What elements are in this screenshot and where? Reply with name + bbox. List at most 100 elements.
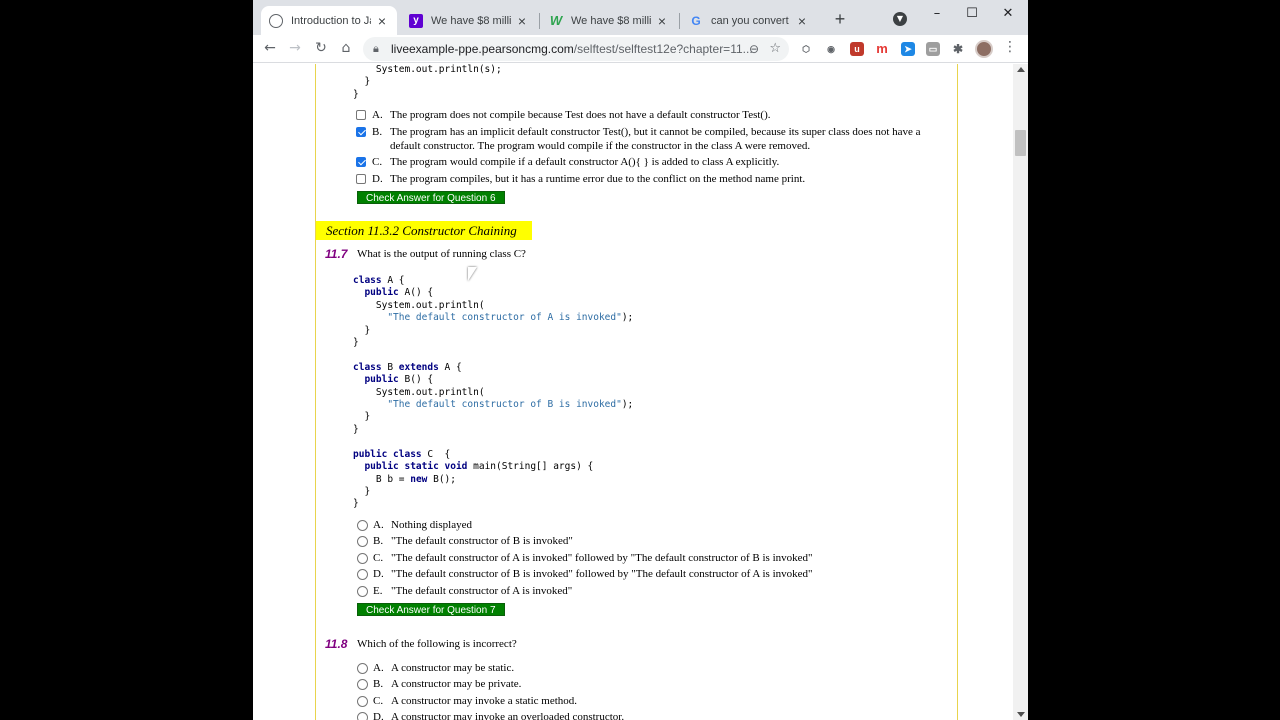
option-letter: C. [373,695,384,707]
code-token: public [364,287,399,299]
code-token: } [353,498,359,510]
tab-search-icon[interactable]: ▼ [893,12,907,26]
option-letter: B. [372,126,383,138]
code-token: } [364,485,371,497]
puzzle-ext-icon[interactable]: ◉ [824,42,838,56]
home-icon[interactable]: ⌂ [336,38,356,58]
code-token: C { [421,448,451,460]
profile-avatar[interactable] [975,40,993,58]
scroll-up-arrow-icon[interactable] [1017,67,1025,72]
browser-window: Introduction to Java × y We have $8 mill… [253,0,1028,720]
code-token: } [364,411,371,423]
vertical-scrollbar[interactable] [1013,64,1028,720]
address-bar[interactable]: 🔒︎ liveexample-ppe.pearsoncmg.com/selfte… [363,37,789,61]
close-tab-icon[interactable]: × [795,13,809,29]
code-token: "The default constructor of A is invoked… [387,312,622,324]
code-token: B() { [398,374,434,386]
scroll-down-arrow-icon[interactable] [1017,712,1025,717]
check-answer-q6-button[interactable]: Check Answer for Question 6 [357,191,505,204]
globe-icon [269,13,283,28]
radio-button[interactable] [357,696,368,707]
tab-strip: Introduction to Java × y We have $8 mill… [253,0,1028,35]
tab-can-you-convert[interactable]: G can you convert part × [681,6,817,35]
close-tab-icon[interactable]: × [515,13,529,29]
option-letter: A. [373,662,384,674]
radio-button[interactable] [357,520,368,531]
url-host: liveexample-ppe.pearsoncmg.com [391,42,574,56]
radio-button[interactable] [357,679,368,690]
arrow-ext-icon[interactable]: ➤ [901,42,915,56]
code-token: extends [398,361,439,373]
maximize-icon[interactable]: ☐ [958,4,986,24]
option-letter: D. [373,711,384,720]
code-token: ); [621,399,634,411]
new-tab-button[interactable]: + [829,8,851,30]
code-token: } [364,324,371,336]
checkbox[interactable] [356,174,366,184]
shield-ext-icon[interactable]: ⬡ [799,42,813,56]
code-token: B(); [427,473,456,485]
bookmark-star-icon[interactable]: ☆ [769,37,781,61]
reload-icon[interactable]: ↻ [311,38,331,58]
option-text: A constructor may invoke an overloaded c… [391,711,625,720]
radio-button[interactable] [357,569,368,580]
code-token: public [364,374,399,386]
checkbox[interactable] [356,157,366,167]
code-token: B [381,361,399,373]
option-text: The program has an implicit default cons… [390,126,921,152]
option-text: "The default constructor of A is invoked… [391,585,573,597]
option-text: A constructor may be private. [391,678,522,690]
close-tab-icon[interactable]: × [375,13,389,29]
code-token: System.out.println( [375,386,485,398]
tab-we-have-8-million-1[interactable]: y We have $8 million s × [401,6,537,35]
google-icon: G [691,13,701,28]
radio-button[interactable] [357,553,368,564]
code-token: } [353,423,359,435]
checkbox[interactable] [356,110,366,120]
option-letter: B. [373,535,384,547]
check-answer-q7-button[interactable]: Check Answer for Question 7 [357,603,505,616]
minimize-icon[interactable]: – [923,4,951,24]
option-letter: E. [373,585,383,597]
url-text: liveexample-ppe.pearsoncmg.com/selftest/… [391,37,753,61]
tab-separator [539,13,540,29]
close-window-icon[interactable]: ✕ [994,4,1022,24]
option-text: "The default constructor of A is invoked… [391,552,813,564]
extensions-icon[interactable]: ✱ [951,42,965,56]
forward-icon[interactable]: → [285,38,305,58]
ublock-ext-icon[interactable]: u [850,42,864,56]
option-letter: B. [373,678,384,690]
tab-we-have-8-million-2[interactable]: W We have $8 million s × [541,6,677,35]
menu-icon[interactable]: ⋮ [1003,39,1017,55]
close-tab-icon[interactable]: × [655,13,669,29]
screen-ext-icon[interactable]: ▭ [926,42,940,56]
back-icon[interactable]: ← [260,38,280,58]
radio-button[interactable] [357,663,368,674]
radio-button[interactable] [357,712,368,720]
option-letter: A. [373,519,384,531]
radio-button[interactable] [357,536,368,547]
option-text: A constructor may invoke a static method… [391,695,578,707]
code-token: A() { [398,287,434,299]
option-text: The program does not compile because Tes… [390,109,771,121]
option-text: A constructor may be static. [391,662,515,674]
option-letter: A. [372,109,383,121]
tab-introduction-to-java[interactable]: Introduction to Java × [261,6,397,35]
scrollbar-thumb[interactable] [1015,130,1026,156]
checkbox[interactable] [356,127,366,137]
tab-title: can you convert part [711,14,791,27]
browser-toolbar: ← → ↻ ⌂ 🔒︎ liveexample-ppe.pearsoncmg.co… [253,35,1028,63]
code-token: B b = [375,473,411,485]
radio-button[interactable] [357,586,368,597]
code-token: "The default constructor of B is invoked… [387,399,622,411]
code-token: } [353,337,359,349]
mouse-cursor-icon [468,267,477,281]
option-letter: D. [373,568,384,580]
zoom-icon[interactable]: ⊖ [749,37,759,61]
code-token: public class [353,448,422,460]
option-letter: C. [372,156,383,168]
question-text: Which of the following is incorrect? [357,638,517,650]
w-icon: W [549,13,563,28]
option-text: The program would compile if a default c… [390,156,780,168]
m-ext-icon[interactable]: m [875,42,889,56]
